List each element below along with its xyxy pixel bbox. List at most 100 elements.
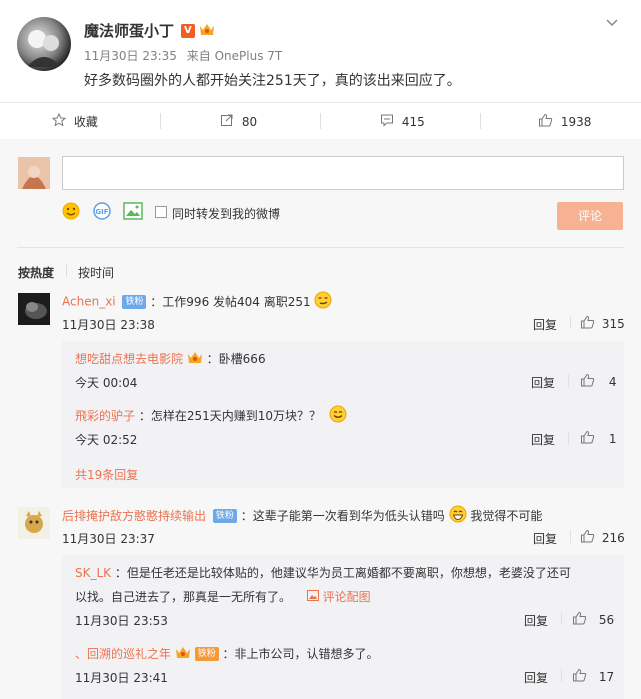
thumbs-up-icon: [580, 430, 595, 447]
crown-icon: [175, 645, 191, 662]
fan-badge: 铁粉: [122, 294, 147, 309]
sort-hot-tab[interactable]: 按热度: [18, 264, 54, 281]
reply-button[interactable]: 回复: [533, 316, 557, 333]
submit-label: 评论: [577, 209, 602, 223]
comment-like-button[interactable]: 216: [580, 529, 625, 546]
post-author-row: 魔法师蛋小丁 V: [84, 20, 215, 40]
repost-icon: [220, 113, 234, 130]
comment-like-count: 315: [601, 316, 625, 331]
comment-like-button[interactable]: 315: [580, 315, 625, 332]
comment-avatar[interactable]: [18, 507, 50, 539]
reply-username[interactable]: 想吃甜点想去电影院: [75, 352, 183, 366]
comment-text: ：这辈子能第一次看到华为低头认错吗: [240, 509, 445, 523]
reply-text-continued: 以找。自己进去了，那真是一无所有了。: [75, 590, 292, 604]
chevron-down-icon[interactable]: [604, 14, 620, 33]
reply-time: 11月30日 23:41: [75, 671, 168, 685]
reply-like-button[interactable]: 4: [580, 373, 616, 390]
also-post-checkbox[interactable]: [155, 206, 167, 218]
like-button[interactable]: 1938: [538, 113, 591, 130]
post-author-name[interactable]: 魔法师蛋小丁: [84, 22, 174, 40]
my-avatar: [18, 157, 50, 189]
reply-button[interactable]: 回复: [533, 530, 557, 547]
comment-input[interactable]: [62, 156, 624, 190]
reply-text: ：怎样在251天内赚到10万块？？: [138, 409, 322, 423]
collect-button[interactable]: 收藏: [51, 112, 98, 130]
grin-emoji-icon: [449, 505, 467, 526]
comment-avatar[interactable]: [18, 293, 50, 325]
reply-button[interactable]: 回复: [524, 612, 548, 629]
post-meta: 11月30日 23:35 来自 OnePlus 7T: [84, 47, 282, 64]
reply-like-count: 17: [598, 669, 615, 684]
reply-line: 飛彩的驴子 ：怎样在251天内赚到10万块？？: [75, 405, 347, 426]
gif-icon[interactable]: GIF: [93, 202, 111, 223]
thumbs-up-icon: [580, 529, 595, 546]
submit-comment-button[interactable]: 评论: [557, 202, 623, 230]
comment-image-link[interactable]: 评论配图: [306, 589, 371, 604]
reply-button[interactable]: 回复: [531, 374, 555, 391]
reply-text: ：但是任老还是比较体贴的，他建议华为员工离婚都不要离职，你想想，老婆没了还可: [114, 566, 571, 580]
emoji-icon[interactable]: [62, 202, 80, 223]
reply-username-text: 回溯的巡礼之年: [87, 647, 172, 661]
comment-line: 后排掩护敌方憨憨持续输出 铁粉 ：这辈子能第一次看到华为低头认错吗 我觉得不可能: [62, 505, 542, 526]
comment-text-continued: 我觉得不可能: [470, 509, 543, 523]
comment-like-count: 216: [601, 530, 625, 545]
reply-like-count: 4: [608, 374, 617, 389]
image-icon[interactable]: [123, 202, 143, 223]
reply-like-button[interactable]: 17: [572, 668, 614, 685]
reply-text: ：非上市公司，认错想多了。: [222, 647, 379, 661]
reply-line: 想吃甜点想去电影院 ：卧槽666: [75, 350, 266, 367]
sort-time-tab[interactable]: 按时间: [78, 264, 114, 281]
thumbs-up-icon: [580, 373, 595, 390]
reply-username[interactable]: SK_LK: [75, 566, 111, 580]
fan-badge: 铁粉: [212, 508, 237, 523]
reply-text: ：卧槽666: [206, 352, 266, 366]
comment-line: Achen_xi 铁粉 ：工作996 发帖404 离职251: [62, 291, 332, 312]
smirk-emoji-icon: [314, 291, 332, 312]
comment-icon: [380, 113, 394, 130]
repost-button[interactable]: 80: [220, 113, 257, 130]
reply-like-button[interactable]: 56: [572, 611, 614, 628]
comment-username[interactable]: 后排掩护敌方憨憨持续输出: [62, 509, 206, 523]
comment-image-label: 评论配图: [322, 590, 371, 604]
more-replies-link[interactable]: 共19条回复: [75, 466, 138, 483]
action-bar-top-divider: [0, 102, 641, 103]
picture-icon: [306, 589, 319, 604]
thumbs-up-icon: [572, 668, 587, 685]
like-count: 1938: [560, 114, 592, 129]
reply-username[interactable]: 飛彩的驴子: [75, 409, 135, 423]
author-avatar[interactable]: [17, 17, 71, 71]
star-icon: [51, 112, 67, 130]
fan-badge: 铁粉: [194, 646, 219, 661]
verified-v-icon: V: [180, 23, 195, 38]
comment-time: 11月30日 23:38: [62, 318, 155, 332]
collect-label: 收藏: [73, 115, 98, 129]
crown-icon: [199, 22, 215, 39]
reply-like-count: 1: [608, 431, 617, 446]
reply-like-button[interactable]: 1: [580, 430, 616, 447]
svg-text:GIF: GIF: [95, 208, 108, 216]
reply-line: SK_LK ：但是任老还是比较体贴的，他建议华为员工离婚都不要离职，你想想，老婆…: [75, 564, 571, 581]
reply-time: 今天 02:52: [75, 433, 138, 447]
reply-line-continued: 以找。自己进去了，那真是一无所有了。 评论配图: [75, 588, 371, 605]
reply-button[interactable]: 回复: [531, 431, 555, 448]
repost-count: 80: [241, 114, 258, 129]
reply-time: 今天 00:04: [75, 376, 138, 390]
comment-button[interactable]: 415: [380, 113, 425, 130]
post-source: 来自 OnePlus 7T: [186, 49, 283, 63]
reply-button[interactable]: 回复: [524, 669, 548, 686]
also-post-label: 同时转发到我的微博: [172, 207, 281, 221]
comment-text: ：工作996 发帖404 离职251: [150, 295, 311, 309]
comment-username[interactable]: Achen_xi: [62, 295, 116, 309]
comment-count: 415: [401, 114, 425, 129]
smile-emoji-icon: [329, 405, 347, 426]
post-time[interactable]: 11月30日 23:35: [84, 49, 177, 63]
reply-username[interactable]: 、回溯的巡礼之年: [75, 647, 171, 661]
thumbs-up-icon: [580, 315, 595, 332]
post-text: 好多数码圈外的人都开始关注251天了，真的该出来回应了。: [84, 73, 461, 89]
reply-line: 、回溯的巡礼之年 铁粉 ：非上市公司，认错想多了。: [75, 645, 379, 662]
reply-time: 11月30日 23:53: [75, 614, 168, 628]
thumbs-up-icon: [538, 113, 553, 130]
reply-like-count: 56: [598, 612, 615, 627]
comment-time: 11月30日 23:37: [62, 532, 155, 546]
crown-icon: [187, 350, 203, 367]
